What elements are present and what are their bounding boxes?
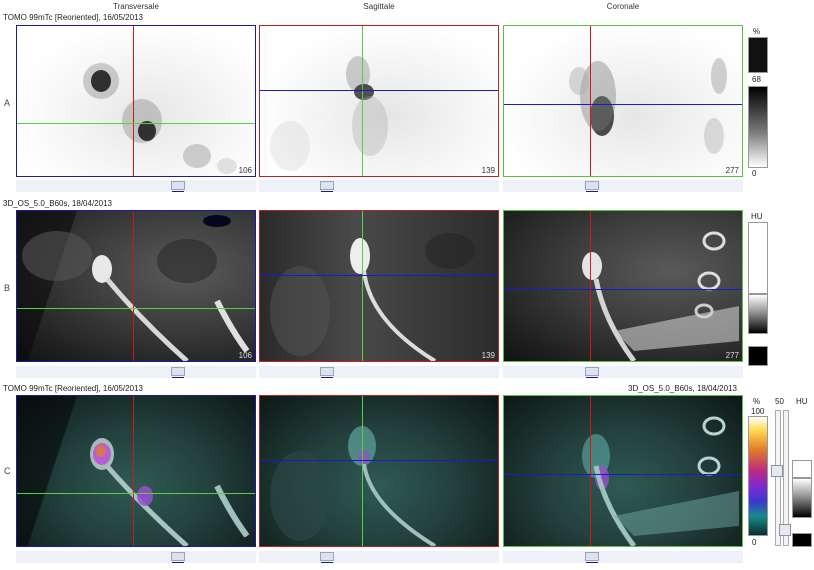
fused-transversale-image xyxy=(17,396,250,546)
crosshair-vertical xyxy=(362,396,363,546)
viewport-c-coronale[interactable]: 277 xyxy=(503,395,743,547)
ct-sagittale-image xyxy=(270,233,475,361)
scale-a-colorbar-top xyxy=(748,37,768,73)
viewport-c-sagittale[interactable]: 139 xyxy=(259,395,499,547)
viewport-b-coronale[interactable]: 277 xyxy=(503,210,743,362)
scale-c-hu-colorbar[interactable] xyxy=(792,478,812,518)
scale-a-min: 0 xyxy=(752,169,757,178)
row-c-label: C xyxy=(4,466,11,476)
crosshair-horizontal xyxy=(17,308,255,309)
slice-scrollbar[interactable] xyxy=(259,551,499,563)
crosshair-vertical xyxy=(362,211,363,361)
column-header-transversale: Transversale xyxy=(113,2,159,11)
slice-scrollbar[interactable] xyxy=(16,180,256,192)
slice-number: 106 xyxy=(238,536,252,545)
scrollbar-thumb[interactable] xyxy=(171,367,185,378)
scale-c-hu-top xyxy=(792,460,812,478)
column-header-sagittale: Sagittale xyxy=(363,2,395,11)
crosshair-vertical xyxy=(590,396,591,546)
row-c-title-left: TOMO 99mTc [Reoriented], 16/05/2013 xyxy=(3,384,143,393)
row-a-title: TOMO 99mTc [Reoriented], 16/05/2013 xyxy=(3,13,143,22)
slice-scrollbar[interactable] xyxy=(503,551,743,563)
row-b-label: B xyxy=(4,283,11,293)
crosshair-vertical xyxy=(590,26,591,176)
scale-b-unit: HU xyxy=(751,212,763,221)
slice-number: 139 xyxy=(481,536,495,545)
slice-scrollbar[interactable] xyxy=(259,180,499,192)
scrollbar-thumb[interactable] xyxy=(320,552,334,563)
crosshair-horizontal xyxy=(260,460,498,461)
crosshair-horizontal xyxy=(17,123,255,124)
viewport-b-sagittale[interactable]: 139 xyxy=(259,210,499,362)
viewport-a-transversale[interactable]: 106 xyxy=(16,25,256,177)
scale-c-min: 0 xyxy=(752,538,757,547)
fused-coronale-image xyxy=(582,416,739,546)
crosshair-horizontal xyxy=(504,289,742,290)
row-b-title: 3D_OS_5.0_B60s, 18/04/2013 xyxy=(3,199,112,208)
scale-a-unit: % xyxy=(753,27,761,36)
slice-number: 139 xyxy=(481,166,495,175)
scale-c-unit: % xyxy=(753,397,761,406)
slice-number: 277 xyxy=(725,351,739,360)
column-header-coronale: Coronale xyxy=(606,2,640,11)
crosshair-vertical xyxy=(133,26,134,176)
slice-scrollbar[interactable] xyxy=(16,551,256,563)
viewport-a-coronale[interactable]: 277 xyxy=(503,25,743,177)
crosshair-vertical xyxy=(362,26,363,176)
scrollbar-thumb[interactable] xyxy=(320,367,334,378)
crosshair-horizontal xyxy=(260,90,498,91)
slice-scrollbar[interactable] xyxy=(16,366,256,378)
viewport-a-sagittale[interactable]: 139 xyxy=(259,25,499,177)
ct-coronale-image xyxy=(582,231,739,361)
blend-slider-handle[interactable] xyxy=(771,465,783,477)
scrollbar-thumb[interactable] xyxy=(585,367,599,378)
scale-c-unit2: HU xyxy=(796,397,808,406)
slice-scrollbar[interactable] xyxy=(259,366,499,378)
scale-a-level: 68 xyxy=(752,75,761,84)
slice-scrollbar[interactable] xyxy=(503,180,743,192)
row-c-title-right: 3D_OS_5.0_B60s, 18/04/2013 xyxy=(628,384,737,393)
scrollbar-thumb[interactable] xyxy=(171,552,185,563)
scrollbar-thumb[interactable] xyxy=(171,181,185,192)
slice-number: 277 xyxy=(725,166,739,175)
slice-scrollbar[interactable] xyxy=(503,366,743,378)
crosshair-horizontal xyxy=(504,104,742,105)
crosshair-vertical xyxy=(590,211,591,361)
crosshair-horizontal xyxy=(17,493,255,494)
scale-b-colorbar-top xyxy=(748,222,768,294)
viewport-c-transversale[interactable]: 106 xyxy=(16,395,256,547)
slice-number: 106 xyxy=(238,351,252,360)
viewport-b-transversale[interactable]: 106 xyxy=(16,210,256,362)
crosshair-horizontal xyxy=(260,275,498,276)
scale-b-colorbar[interactable] xyxy=(748,294,768,334)
row-a-label: A xyxy=(4,98,11,108)
scale-c-max: 100 xyxy=(751,407,765,416)
scale-c-colorbar[interactable] xyxy=(748,416,768,536)
scrollbar-thumb[interactable] xyxy=(585,181,599,192)
blend-slider-handle-2[interactable] xyxy=(779,524,791,536)
ct-transversale-image xyxy=(17,211,250,361)
nm-coronale-image xyxy=(569,58,727,154)
nm-transversale-image xyxy=(83,63,237,174)
slice-number: 106 xyxy=(238,166,252,175)
fused-sagittale-image xyxy=(270,426,437,546)
scrollbar-thumb[interactable] xyxy=(320,181,334,192)
scrollbar-thumb[interactable] xyxy=(585,552,599,563)
nm-sagittale-image xyxy=(270,56,388,171)
scale-c-hu-bottom xyxy=(792,533,812,547)
crosshair-vertical xyxy=(133,396,134,546)
crosshair-vertical xyxy=(133,211,134,361)
slice-number: 139 xyxy=(481,351,495,360)
slice-number: 277 xyxy=(725,536,739,545)
crosshair-horizontal xyxy=(504,474,742,475)
scale-b-colorbar-bottom xyxy=(748,346,768,366)
scale-a-colorbar[interactable] xyxy=(748,86,768,168)
scale-c-level: 50 xyxy=(775,397,784,406)
